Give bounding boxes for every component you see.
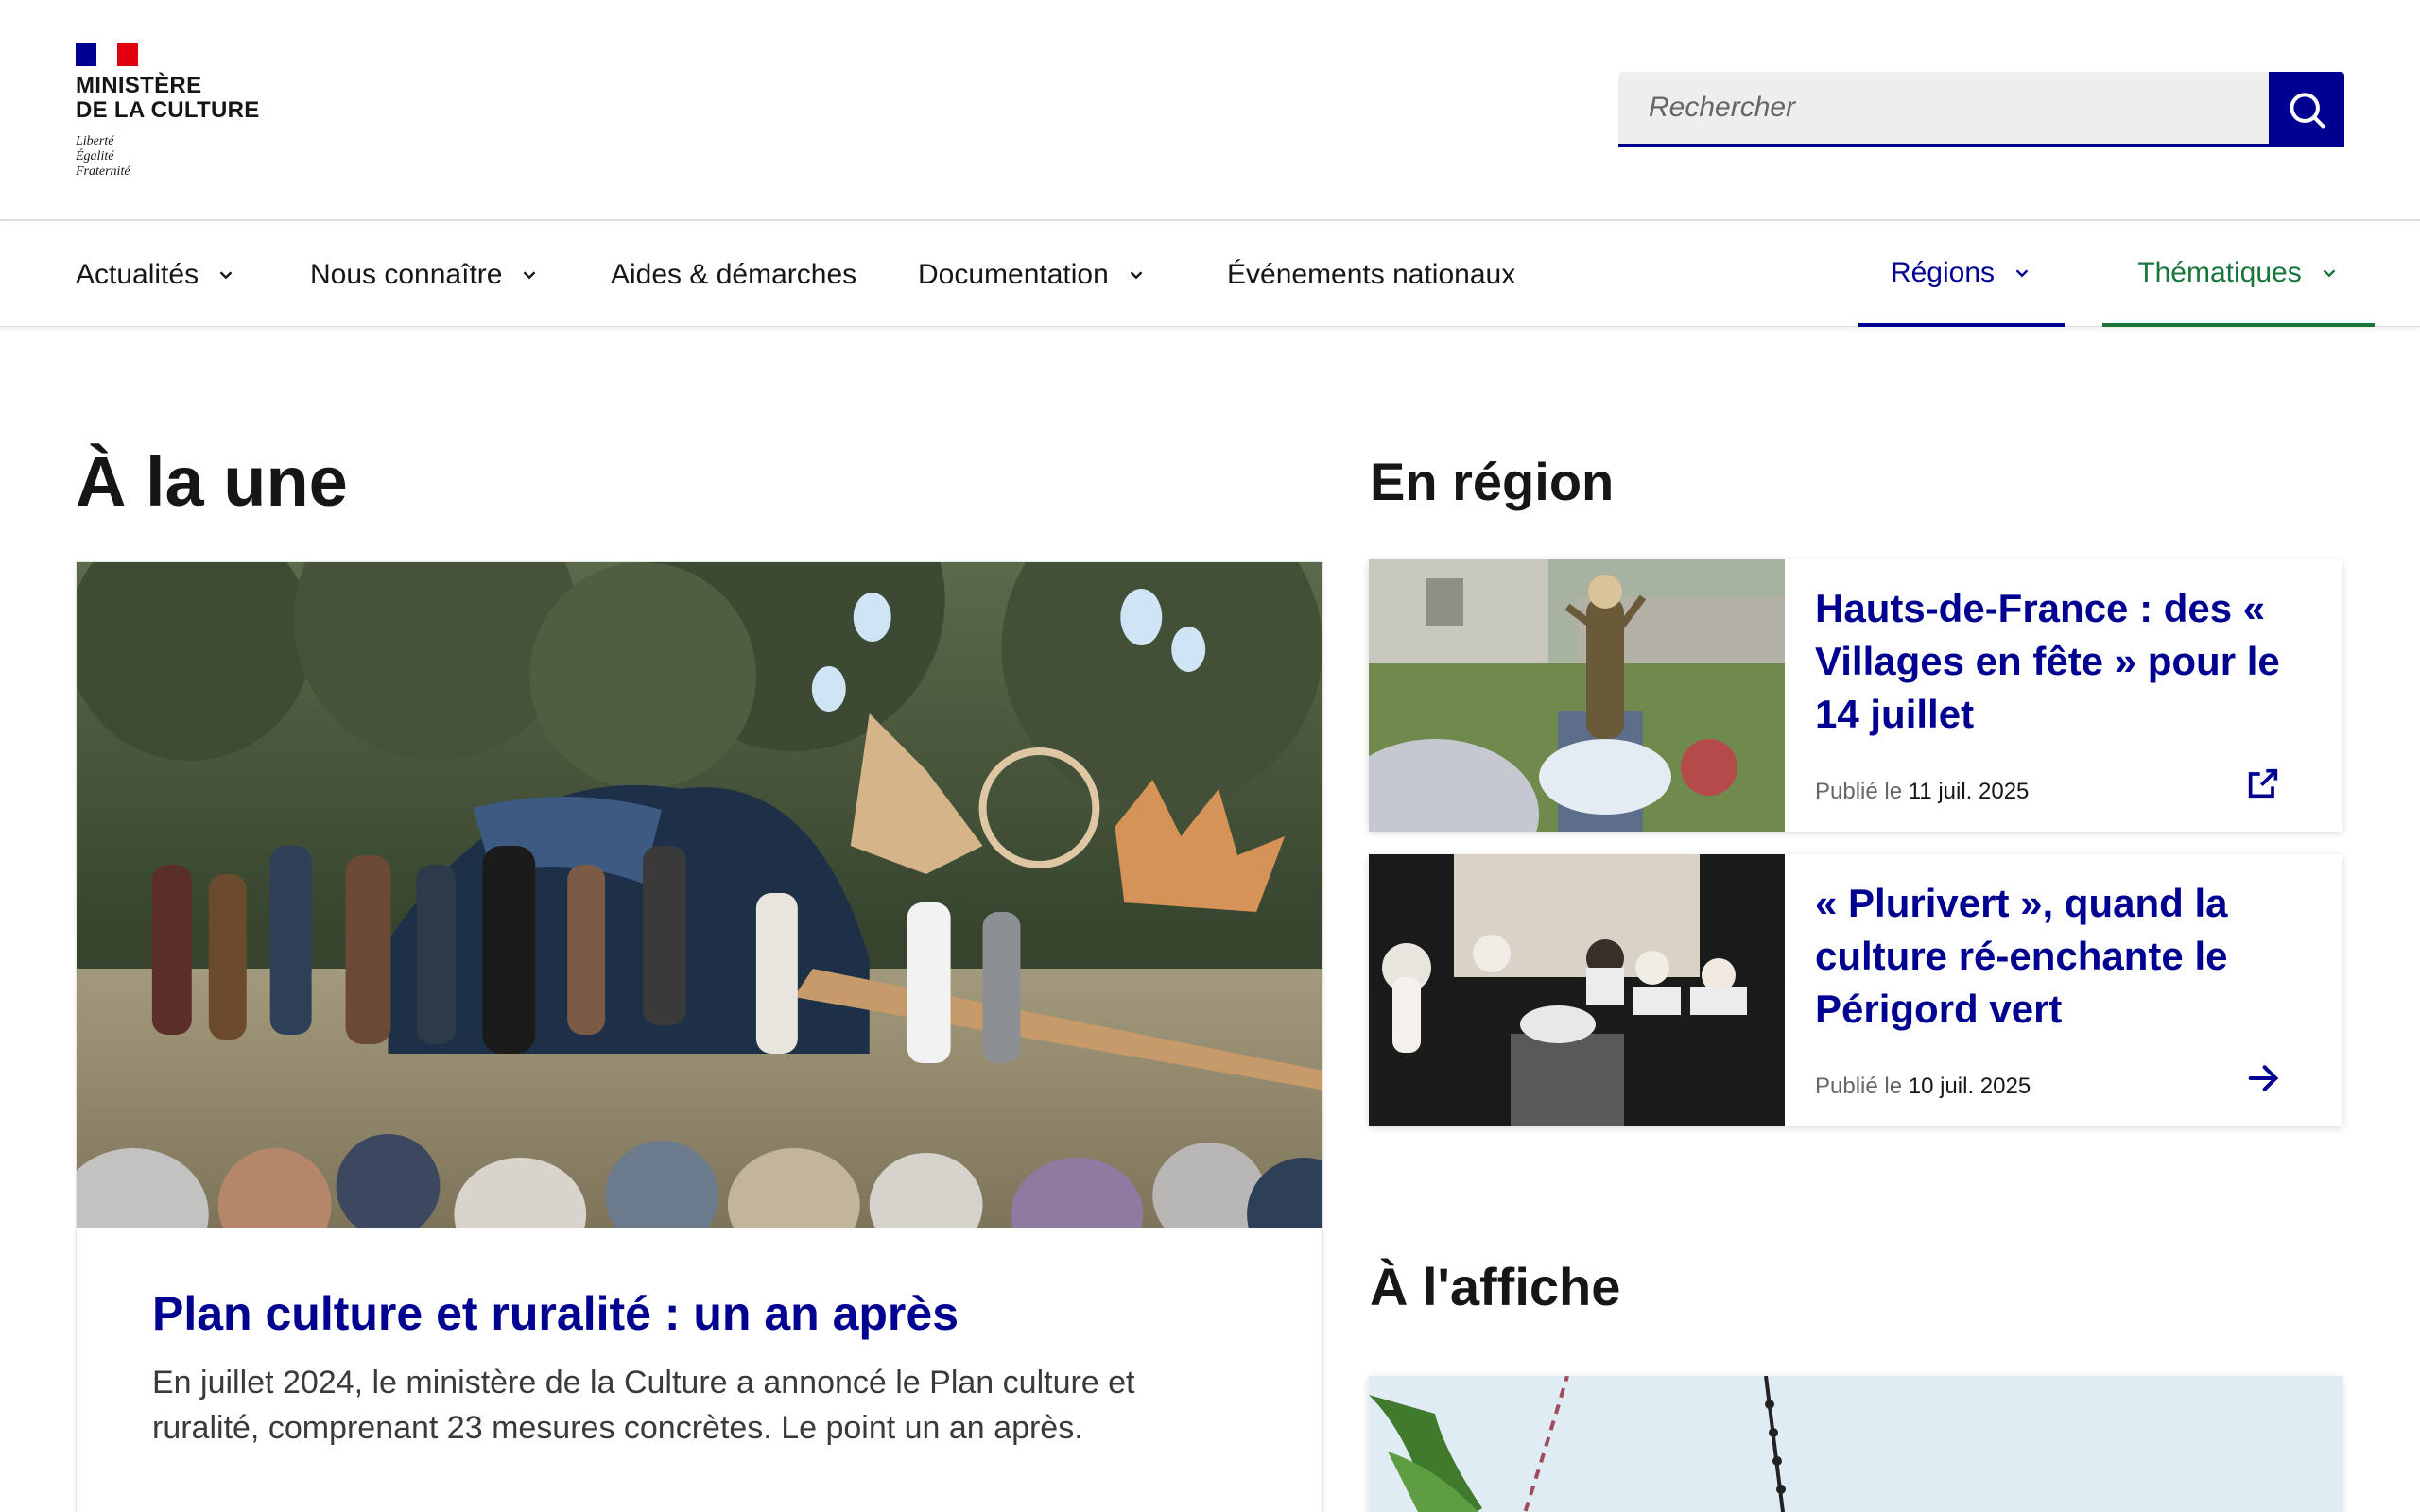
- nav-item-label: Actualités: [76, 259, 199, 290]
- nav-item-label: Événements nationaux: [1227, 259, 1516, 290]
- region-article-card[interactable]: Hauts-de-France : des « Villages en fête…: [1369, 559, 2342, 832]
- french-flag-icon: [76, 43, 138, 66]
- nav-item-label: Régions: [1890, 257, 1996, 288]
- region-article-image: [1369, 559, 1785, 832]
- chevron-down-icon: [216, 265, 236, 285]
- section-heading-une: À la une: [76, 442, 348, 521]
- affiche-image: [1369, 1376, 2342, 1512]
- nav-item-regions[interactable]: Régions: [1858, 223, 2065, 327]
- nav-item-nous-connaitre[interactable]: Nous connaître: [310, 223, 540, 327]
- region-article-date: Publié le 11 juil. 2025: [1815, 779, 2029, 805]
- chevron-down-icon: [2012, 263, 2032, 284]
- site-header: Ministère de la Culture Liberté Égalité …: [0, 0, 2420, 221]
- main-navigation: Actualités Nous connaître Aides & démarc…: [0, 223, 2420, 327]
- search-input[interactable]: [1618, 72, 2269, 147]
- date-value: 10 juil. 2025: [1908, 1074, 2031, 1099]
- nav-item-label: Aides & démarches: [611, 259, 857, 290]
- region-article-image: [1369, 854, 1785, 1126]
- chevron-down-icon: [1126, 265, 1147, 285]
- section-heading-region: En région: [1370, 452, 1615, 511]
- search-form: [1618, 72, 2344, 147]
- date-prefix: Publié le: [1815, 779, 1903, 804]
- search-button[interactable]: [2269, 72, 2344, 147]
- featured-article-title[interactable]: Plan culture et ruralité : un an après: [152, 1280, 959, 1347]
- date-prefix: Publié le: [1815, 1074, 1903, 1099]
- logo-ministry-name: Ministère de la Culture: [76, 73, 260, 123]
- logo-motto: Liberté Égalité Fraternité: [76, 134, 130, 179]
- featured-article-card[interactable]: Plan culture et ruralité : un an après E…: [76, 561, 1323, 1512]
- nav-item-thematiques[interactable]: Thématiques: [2102, 223, 2375, 327]
- nav-item-label: Thématiques: [2137, 257, 2302, 288]
- region-article-title[interactable]: Hauts-de-France : des « Villages en fête…: [1815, 582, 2312, 741]
- ministry-logo[interactable]: Ministère de la Culture Liberté Égalité …: [76, 43, 274, 185]
- date-value: 11 juil. 2025: [1908, 779, 2030, 804]
- region-article-body: Hauts-de-France : des « Villages en fête…: [1785, 559, 2342, 832]
- featured-article-description: En juillet 2024, le ministère de la Cult…: [152, 1365, 1135, 1446]
- chevron-down-icon: [519, 265, 540, 285]
- arrow-right-icon[interactable]: [2244, 1059, 2282, 1102]
- section-heading-affiche: À l'affiche: [1370, 1257, 1621, 1316]
- nav-item-actualites[interactable]: Actualités: [76, 223, 236, 327]
- nav-item-aides-demarches[interactable]: Aides & démarches: [611, 223, 856, 327]
- featured-article-image: [77, 562, 1322, 1228]
- chevron-down-icon: [2319, 263, 2340, 284]
- region-article-title[interactable]: « Plurivert », quand la culture ré-encha…: [1815, 877, 2312, 1036]
- nav-item-evenements-nationaux[interactable]: Événements nationaux: [1227, 223, 1515, 327]
- nav-item-label: Documentation: [918, 259, 1109, 290]
- region-article-date: Publié le 10 juil. 2025: [1815, 1074, 2031, 1100]
- external-link-icon[interactable]: [2244, 765, 2282, 807]
- nav-item-label: Nous connaître: [310, 259, 503, 290]
- search-icon: [2290, 93, 2325, 129]
- region-article-body: « Plurivert », quand la culture ré-encha…: [1785, 854, 2342, 1126]
- region-article-card[interactable]: « Plurivert », quand la culture ré-encha…: [1369, 854, 2342, 1126]
- nav-item-documentation[interactable]: Documentation: [918, 223, 1147, 327]
- affiche-card[interactable]: [1369, 1376, 2342, 1512]
